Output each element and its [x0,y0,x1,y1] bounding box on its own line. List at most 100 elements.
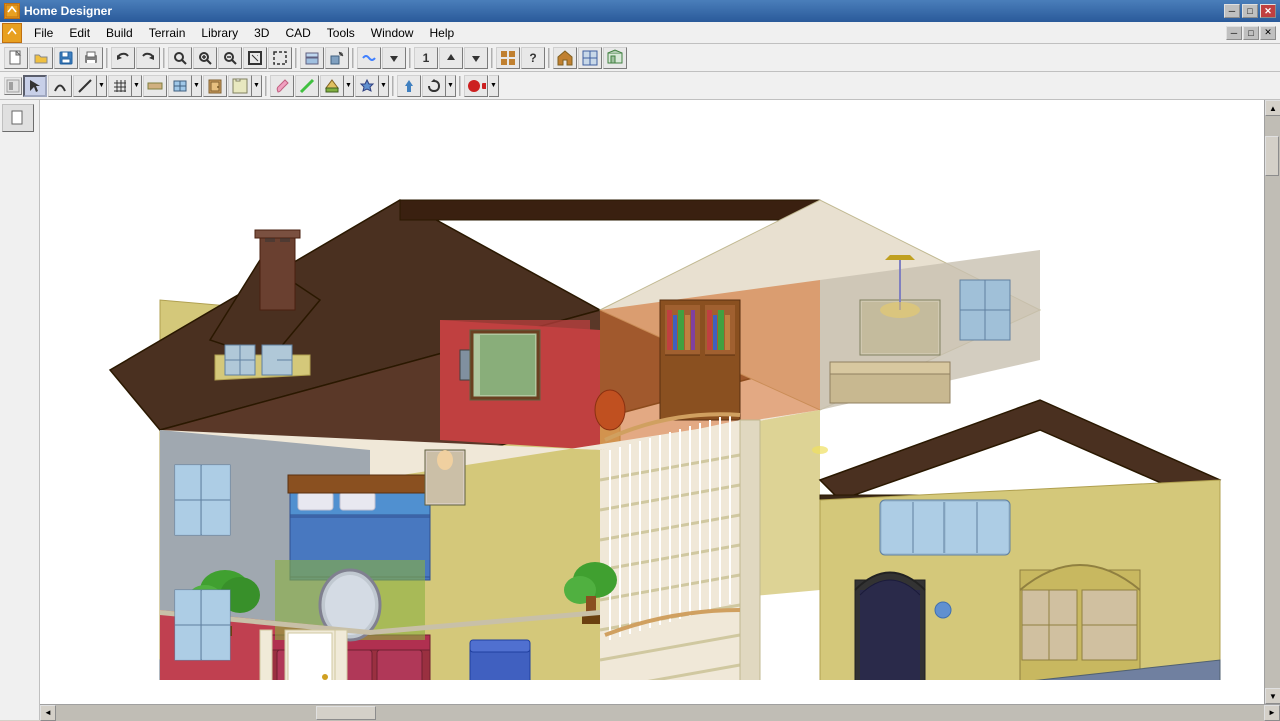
wave-btn[interactable] [357,47,381,69]
up-caret-btn[interactable] [439,47,463,69]
menu-app-icon[interactable] [2,23,22,43]
catalog-button[interactable] [496,47,520,69]
window-tool-dropdown-arrow[interactable]: ▼ [192,75,202,97]
separator-4 [352,48,354,68]
separator-tb2-3 [459,76,461,96]
inner-minimize-button[interactable]: ─ [1226,26,1242,40]
door-tool[interactable] [203,75,227,97]
right-scrollbar[interactable]: ▲ ▼ [1264,100,1280,704]
floor-plan-button[interactable] [578,47,602,69]
menu-help[interactable]: Help [421,24,462,42]
print-button[interactable] [79,47,103,69]
zoom-out-button[interactable] [218,47,242,69]
down-caret-btn[interactable] [464,47,488,69]
minimize-button[interactable]: ─ [1224,4,1240,18]
window-tool-dropdown: ▼ [168,75,202,97]
help-button[interactable]: ? [521,47,545,69]
scroll-up-button[interactable]: ▲ [1265,100,1280,116]
scroll-left-button[interactable]: ◄ [40,705,56,721]
app-title: Home Designer [24,4,1224,18]
separator-7 [548,48,550,68]
bottom-scrollbar[interactable]: ◄ ► [40,704,1280,720]
menu-library[interactable]: Library [193,24,246,42]
arc-tool[interactable] [48,75,72,97]
rotate-tool-dropdown-arrow[interactable]: ▼ [446,75,456,97]
close-button[interactable]: ✕ [1260,4,1276,18]
title-bar: Home Designer ─ □ ✕ [0,0,1280,22]
scroll-thumb-horizontal[interactable] [316,706,376,720]
scroll-down-button[interactable]: ▼ [1265,688,1280,704]
menu-window[interactable]: Window [363,24,422,42]
separator-1 [106,48,108,68]
zoom-in-button[interactable] [193,47,217,69]
open-button[interactable] [29,47,53,69]
wall-tool[interactable] [143,75,167,97]
rotate-tool[interactable] [422,75,446,97]
grid-tool-dropdown-arrow[interactable]: ▼ [132,75,142,97]
menu-cad[interactable]: CAD [277,24,318,42]
select-all-button[interactable] [268,47,292,69]
symbol-tool[interactable] [355,75,379,97]
new-button[interactable] [4,47,28,69]
grid-tool[interactable] [108,75,132,97]
menu-items: File Edit Build Terrain Library 3D CAD T… [26,24,462,42]
terrain-tool-dropdown: ▼ [320,75,354,97]
line-tool-dropdown: ▼ [73,75,107,97]
rotate-tool-dropdown: ▼ [422,75,456,97]
room-tool[interactable] [228,75,252,97]
terrain-tool-dropdown-arrow[interactable]: ▼ [344,75,354,97]
separator-tb2-2 [392,76,394,96]
left-new-btn[interactable] [2,104,34,132]
grid-tool-dropdown: ▼ [108,75,142,97]
left-panel [0,100,40,720]
floor-up-button[interactable] [300,47,324,69]
scroll-track-vertical[interactable] [1265,116,1280,688]
number-1-btn[interactable]: 1 [414,47,438,69]
separator-tb2-1 [265,76,267,96]
record-dropdown-arrow[interactable]: ▼ [489,75,499,97]
fit-view-button[interactable] [243,47,267,69]
scroll-thumb-vertical[interactable] [1265,136,1279,176]
toolbar-1: 1 ? [0,44,1280,72]
select-arrow-tool[interactable] [23,75,47,97]
terrain-tool[interactable] [320,75,344,97]
up-arrow-tool[interactable] [397,75,421,97]
inner-close-button[interactable]: ✕ [1260,26,1276,40]
toolbar2-small-icon [4,77,22,95]
menu-3d[interactable]: 3D [246,24,277,42]
undo-button[interactable] [111,47,135,69]
elevation-button[interactable] [603,47,627,69]
separator-2 [163,48,165,68]
symbol-tool-dropdown-arrow[interactable]: ▼ [379,75,389,97]
view-house-button[interactable] [553,47,577,69]
line-tool[interactable] [73,75,97,97]
window-tool[interactable] [168,75,192,97]
down-arrow-btn[interactable] [382,47,406,69]
separator-3 [295,48,297,68]
line-tool-dropdown-arrow[interactable]: ▼ [97,75,107,97]
save-button[interactable] [54,47,78,69]
menu-edit[interactable]: Edit [61,24,98,42]
separator-6 [491,48,493,68]
green-line-tool[interactable] [295,75,319,97]
separator-5 [409,48,411,68]
maximize-button[interactable]: □ [1242,4,1258,18]
menu-tools[interactable]: Tools [319,24,363,42]
window-controls: ─ □ ✕ [1224,4,1276,18]
find-button[interactable] [168,47,192,69]
paint-tool[interactable] [270,75,294,97]
app-icon [4,3,20,19]
room-tool-dropdown-arrow[interactable]: ▼ [252,75,262,97]
scroll-track-horizontal[interactable] [56,705,1264,721]
toolbar-2: ▼ ▼ ▼ ▼ [0,72,1280,100]
menu-bar: File Edit Build Terrain Library 3D CAD T… [0,22,1280,44]
menu-terrain[interactable]: Terrain [141,24,194,42]
inner-maximize-button[interactable]: □ [1243,26,1259,40]
add-object-button[interactable] [325,47,349,69]
record-button[interactable] [464,75,488,97]
canvas[interactable] [40,100,1264,704]
menu-file[interactable]: File [26,24,61,42]
redo-button[interactable] [136,47,160,69]
scroll-right-button[interactable]: ► [1264,705,1280,721]
menu-build[interactable]: Build [98,24,141,42]
